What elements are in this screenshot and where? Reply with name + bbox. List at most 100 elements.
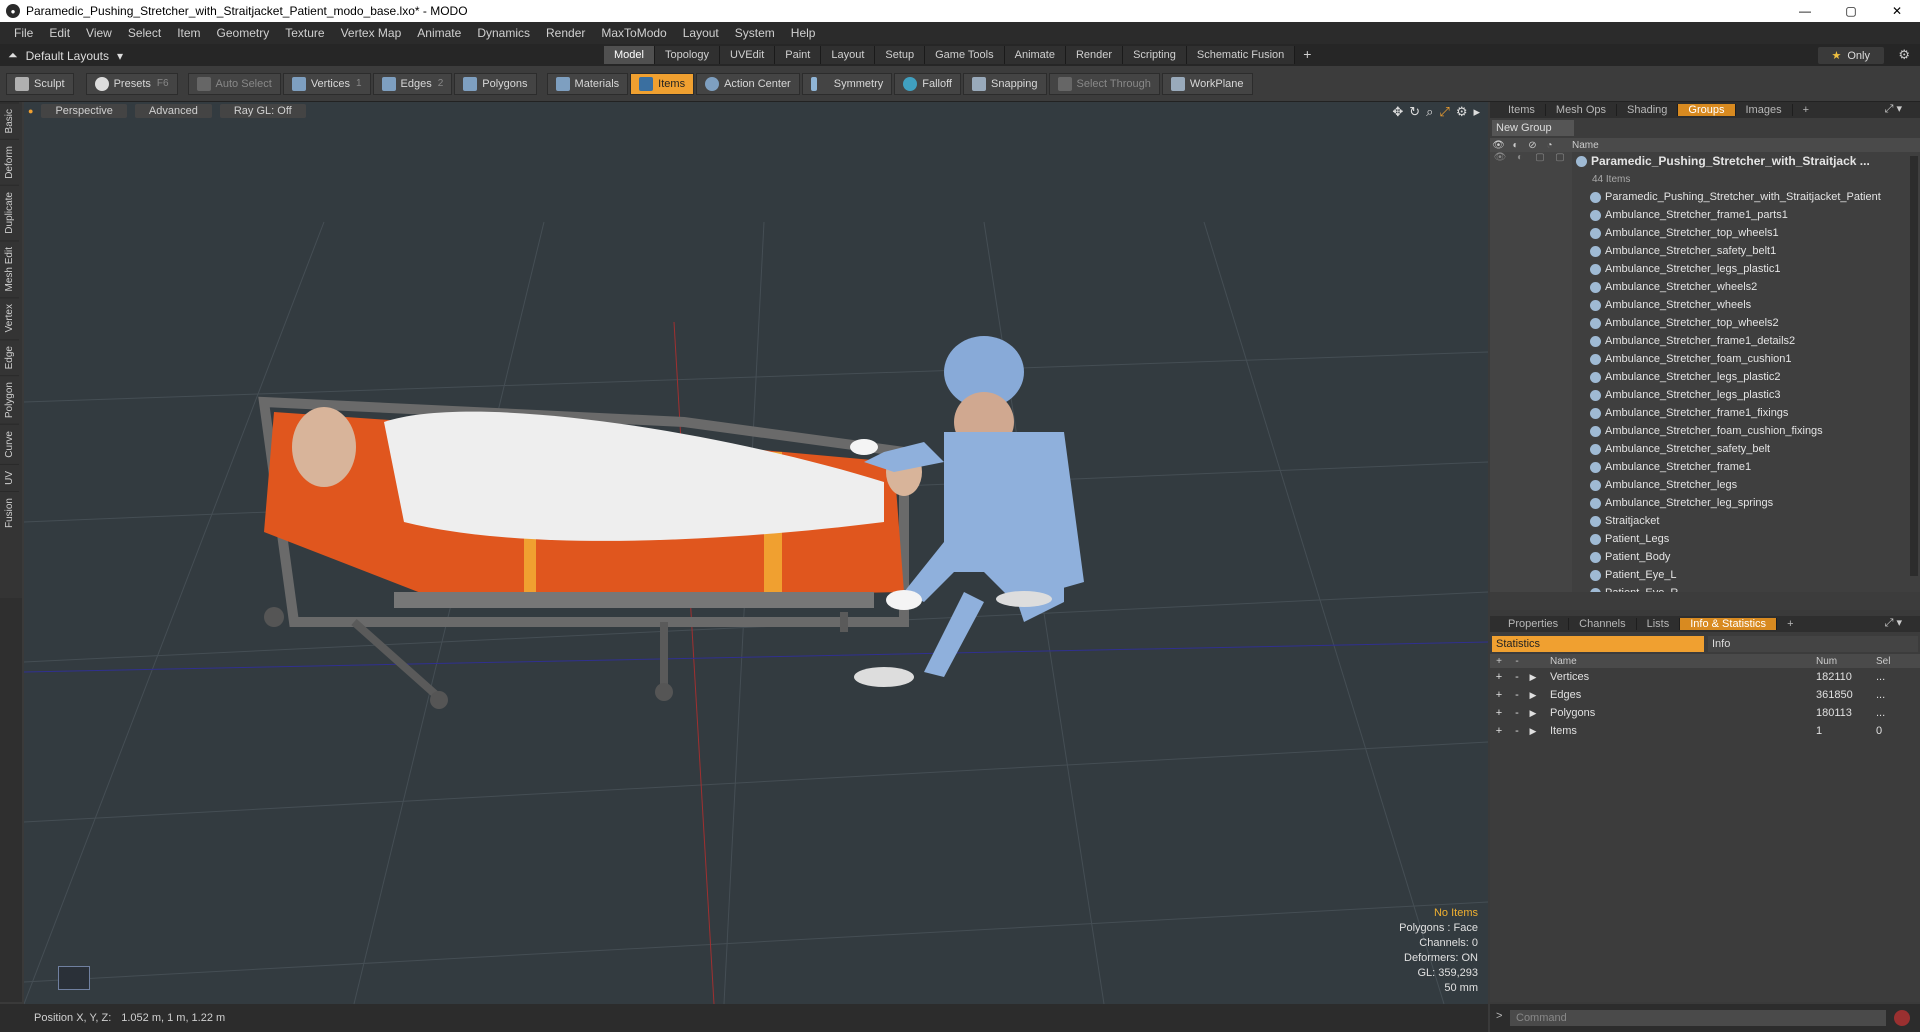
tool-tab-deform[interactable]: Deform [0, 139, 19, 186]
add-column-icon[interactable]: + [1490, 656, 1508, 667]
falloff-button[interactable]: Falloff [894, 72, 961, 95]
tab-scripting[interactable]: Scripting [1123, 46, 1187, 64]
fit-view-icon[interactable]: ⤢ [1439, 104, 1449, 120]
view-mode-button[interactable]: Perspective [41, 104, 127, 118]
select-column-icon[interactable]: ◔ [1541, 140, 1558, 151]
expand-triangle-icon[interactable]: ▶ [1526, 708, 1540, 719]
group-item-row[interactable]: Ambulance_Stretcher_frame1_fixings [1490, 404, 1920, 422]
command-input[interactable]: Command [1510, 1010, 1886, 1026]
items-button[interactable]: Items [630, 72, 695, 95]
stats-row[interactable]: + - ▶ Polygons 180113... [1490, 704, 1920, 722]
workplane-button[interactable]: WorkPlane [1161, 72, 1253, 95]
select-through-button[interactable]: Select Through [1048, 72, 1160, 95]
remove-stat-icon[interactable]: - [1508, 707, 1526, 719]
viewport-expand-icon[interactable]: ▸ [1473, 104, 1480, 120]
group-item-row[interactable]: Ambulance_Stretcher_frame1_parts1 [1490, 206, 1920, 224]
edges-button[interactable]: Edges 2 [372, 72, 453, 95]
tab-properties[interactable]: Properties [1498, 618, 1570, 630]
add-stat-icon[interactable]: + [1490, 725, 1508, 737]
tab-shading[interactable]: Shading [1617, 104, 1679, 116]
menu-vertex-map[interactable]: Vertex Map [333, 26, 410, 40]
menu-animate[interactable]: Animate [409, 26, 469, 40]
menu-layout[interactable]: Layout [675, 26, 727, 40]
vertices-button[interactable]: Vertices 1 [282, 72, 371, 95]
tool-tab-uv[interactable]: UV [0, 463, 19, 491]
tab-lists[interactable]: Lists [1637, 618, 1681, 630]
expand-triangle-icon[interactable]: ▶ [1526, 672, 1540, 683]
tab-images[interactable]: Images [1736, 104, 1793, 116]
snapping-button[interactable]: Snapping [963, 72, 1047, 95]
tool-tab-fusion[interactable]: Fusion [0, 490, 19, 534]
tab-schematic-fusion[interactable]: Schematic Fusion [1186, 46, 1296, 64]
symmetry-button[interactable]: Symmetry [801, 72, 893, 95]
expand-triangle-icon[interactable]: ▶ [1526, 690, 1540, 701]
name-column-header[interactable]: Name [1572, 140, 1599, 151]
zoom-view-icon[interactable]: ⌕ [1426, 104, 1433, 120]
group-item-row[interactable]: Ambulance_Stretcher_wheels2 [1490, 278, 1920, 296]
group-item-row[interactable]: Patient_Eye_L [1490, 566, 1920, 584]
tool-tab-duplicate[interactable]: Duplicate [0, 185, 19, 240]
gear-icon[interactable]: ⚙ [1898, 47, 1910, 63]
tab-model[interactable]: Model [604, 46, 655, 64]
menu-file[interactable]: File [6, 26, 41, 40]
shading-mode-button[interactable]: Advanced [134, 104, 212, 118]
tool-tab-polygon[interactable]: Polygon [0, 375, 19, 425]
menu-maxtomodo[interactable]: MaxToModo [593, 26, 674, 40]
only-toggle[interactable]: ★ Only [1817, 47, 1884, 64]
menu-view[interactable]: View [78, 26, 120, 40]
add-tab-icon[interactable]: + [1295, 46, 1319, 64]
tab-mesh-ops[interactable]: Mesh Ops [1546, 104, 1618, 116]
tab-layout[interactable]: Layout [821, 46, 876, 64]
tab-paint[interactable]: Paint [775, 46, 822, 64]
group-item-row[interactable]: Ambulance_Stretcher_top_wheels2 [1490, 314, 1920, 332]
tab-items[interactable]: Items [1498, 104, 1546, 116]
raygl-button[interactable]: Ray GL: Off [219, 104, 306, 118]
stats-row[interactable]: + - ▶ Vertices 182110... [1490, 668, 1920, 686]
tab-topology[interactable]: Topology [654, 46, 721, 64]
add-info-tab-icon[interactable]: + [1777, 618, 1803, 630]
group-item-row[interactable]: Ambulance_Stretcher_safety_belt [1490, 440, 1920, 458]
tab-setup[interactable]: Setup [875, 46, 926, 64]
add-panel-tab-icon[interactable]: + [1793, 104, 1819, 116]
group-item-row[interactable]: Ambulance_Stretcher_frame1 [1490, 458, 1920, 476]
add-stat-icon[interactable]: + [1490, 671, 1508, 683]
group-item-row[interactable]: Paramedic_Pushing_Stretcher_with_Straitj… [1490, 188, 1920, 206]
tab-groups[interactable]: Groups [1678, 104, 1736, 116]
group-root-row[interactable]: 👁 ◐ ▢ ▢ Paramedic_Pushing_Stretcher_with_St… [1490, 152, 1920, 170]
viewport-settings-icon[interactable]: ⚙ [1456, 104, 1468, 120]
group-item-row[interactable]: Ambulance_Stretcher_top_wheels1 [1490, 224, 1920, 242]
materials-button[interactable]: Materials [546, 72, 629, 95]
menu-texture[interactable]: Texture [277, 26, 332, 40]
menu-system[interactable]: System [727, 26, 783, 40]
remove-stat-icon[interactable]: - [1508, 725, 1526, 737]
close-button[interactable]: ✕ [1874, 0, 1920, 22]
maximize-button[interactable]: ▢ [1828, 0, 1874, 22]
stats-row[interactable]: + - ▶ Items 1 0 [1490, 722, 1920, 740]
add-stat-icon[interactable]: + [1490, 689, 1508, 701]
menu-render[interactable]: Render [538, 26, 593, 40]
group-item-row[interactable]: Patient_Body [1490, 548, 1920, 566]
group-item-row[interactable]: Ambulance_Stretcher_legs_plastic2 [1490, 368, 1920, 386]
layouts-dropdown[interactable]: ⏶ Default Layouts ▾ [8, 48, 123, 63]
group-item-row[interactable]: Ambulance_Stretcher_safety_belt1 [1490, 242, 1920, 260]
groups-scrollbar[interactable] [1910, 156, 1918, 576]
remove-column-icon[interactable]: - [1508, 656, 1526, 667]
new-group-button[interactable]: New Group [1492, 120, 1574, 136]
tool-tab-mesh-edit[interactable]: Mesh Edit [0, 239, 19, 298]
group-item-row[interactable]: Ambulance_Stretcher_foam_cushion1 [1490, 350, 1920, 368]
stats-row[interactable]: + - ▶ Edges 361850... [1490, 686, 1920, 704]
add-stat-icon[interactable]: + [1490, 707, 1508, 719]
group-item-row[interactable]: Ambulance_Stretcher_legs_plastic1 [1490, 260, 1920, 278]
tab-channels[interactable]: Channels [1569, 618, 1637, 630]
group-item-row[interactable]: Ambulance_Stretcher_legs [1490, 476, 1920, 494]
tool-tab-curve[interactable]: Curve [0, 424, 19, 464]
tool-tab-basic[interactable]: Basic [0, 102, 19, 140]
rotate-view-icon[interactable]: ↻ [1409, 104, 1420, 120]
group-item-row[interactable]: Ambulance_Stretcher_leg_springs [1490, 494, 1920, 512]
group-item-row[interactable]: Ambulance_Stretcher_wheels [1490, 296, 1920, 314]
minimize-button[interactable]: — [1782, 0, 1828, 22]
remove-stat-icon[interactable]: - [1508, 689, 1526, 701]
layouts-collapse-icon[interactable]: ⏶ [8, 48, 18, 63]
expand-triangle-icon[interactable]: ▶ [1526, 726, 1540, 737]
menu-item[interactable]: Item [169, 26, 208, 40]
